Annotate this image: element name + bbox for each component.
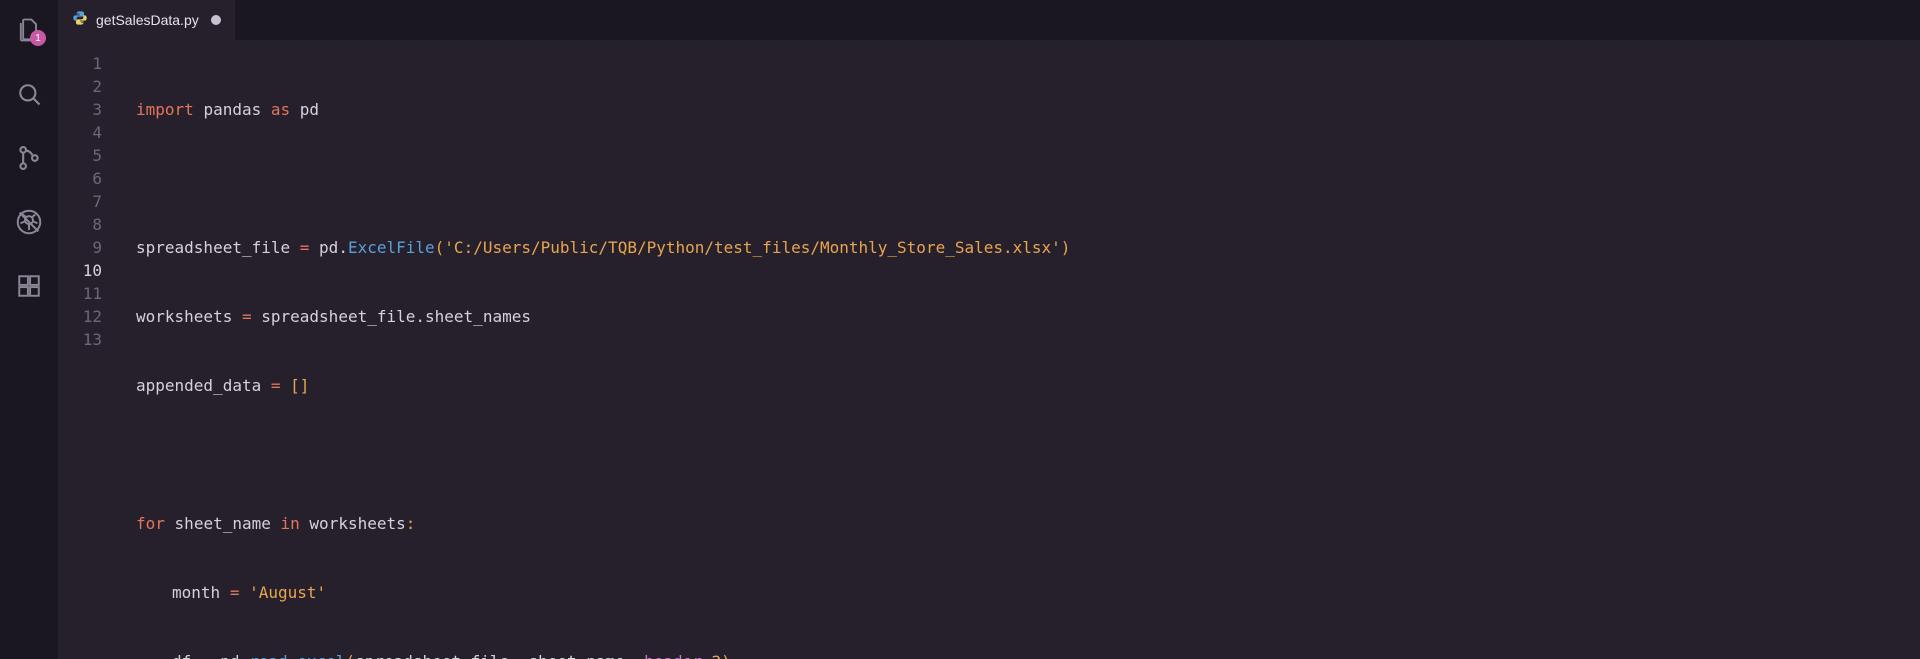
source-control-icon[interactable]: [9, 138, 49, 178]
minimap[interactable]: [1820, 40, 1920, 659]
extensions-icon[interactable]: [9, 266, 49, 306]
debug-icon[interactable]: [9, 202, 49, 242]
line-number: 10: [58, 259, 128, 282]
line-number: 6: [58, 167, 128, 190]
activity-bar: 1: [0, 0, 58, 659]
line-number: 12: [58, 305, 128, 328]
python-file-icon: [72, 10, 88, 30]
code-area[interactable]: import pandas as pd spreadsheet_file = p…: [128, 40, 1920, 659]
line-number: 4: [58, 121, 128, 144]
search-icon[interactable]: [9, 74, 49, 114]
line-number: 7: [58, 190, 128, 213]
line-number: 3: [58, 98, 128, 121]
tab-dirty-indicator: [211, 15, 221, 25]
line-number: 2: [58, 75, 128, 98]
line-number: 11: [58, 282, 128, 305]
line-number: 13: [58, 328, 128, 351]
tab-label: getSalesData.py: [96, 12, 199, 28]
explorer-icon[interactable]: 1: [9, 10, 49, 50]
line-number: 9: [58, 236, 128, 259]
line-number: 5: [58, 144, 128, 167]
line-number: 8: [58, 213, 128, 236]
explorer-badge: 1: [30, 30, 46, 46]
tab-getSalesData[interactable]: getSalesData.py: [58, 0, 236, 40]
line-number-gutter: 1 2 3 4 5 6 7 8 9 10 11 12 13: [58, 40, 128, 659]
code-editor[interactable]: 1 2 3 4 5 6 7 8 9 10 11 12 13 import pan…: [58, 40, 1920, 659]
line-number: 1: [58, 52, 128, 75]
tab-bar: getSalesData.py: [58, 0, 1920, 40]
